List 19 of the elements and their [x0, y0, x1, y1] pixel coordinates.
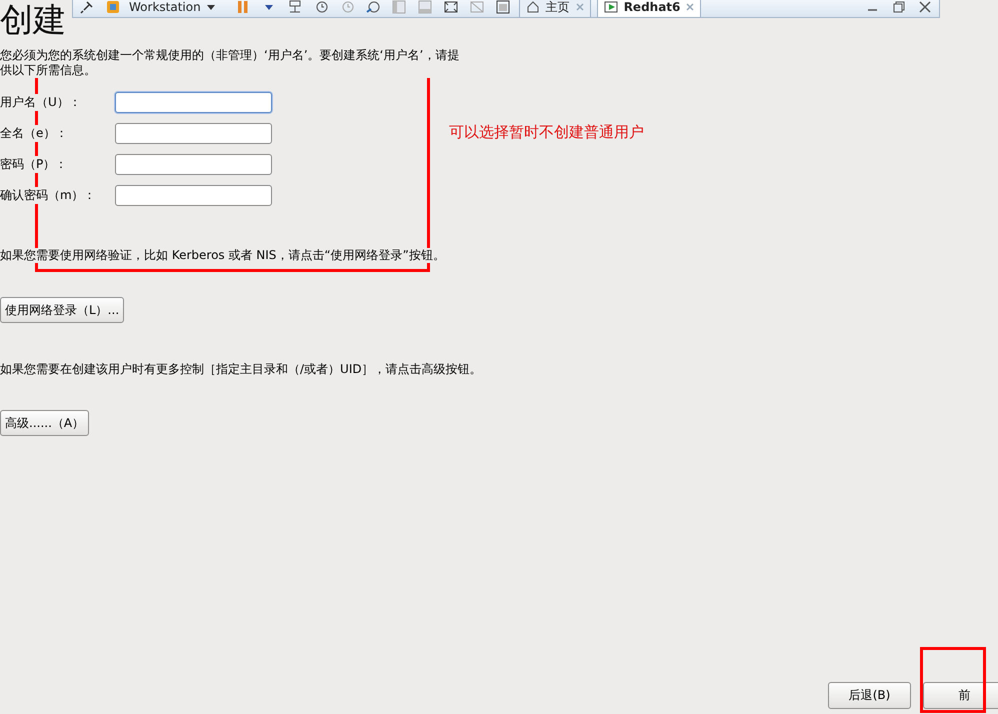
- vm-tab[interactable]: 主页: [518, 0, 591, 18]
- nav-button[interactable]: 后退(B): [828, 682, 911, 709]
- workstation-menu[interactable]: Workstation: [129, 0, 215, 14]
- close-icon: [686, 3, 694, 11]
- annotation-text: 可以选择暂时不创建普通用户: [449, 123, 644, 142]
- close-icon: [576, 3, 584, 11]
- text-field[interactable]: [115, 92, 272, 113]
- text-field[interactable]: [115, 185, 272, 206]
- page-title: 创建: [0, 0, 66, 40]
- home-icon: [526, 0, 540, 14]
- text-field[interactable]: [115, 123, 272, 144]
- vm-tab[interactable]: Redhat6: [596, 0, 702, 18]
- nav-button[interactable]: 前: [923, 682, 998, 709]
- text-field[interactable]: [115, 154, 272, 175]
- caret-icon: [206, 4, 215, 10]
- advanced-button[interactable]: 高级......（A）: [0, 410, 90, 436]
- vm-running-icon: [604, 0, 618, 14]
- highlight-frame: [920, 647, 986, 713]
- network-login-button[interactable]: 使用网络登录（L）...: [0, 297, 124, 323]
